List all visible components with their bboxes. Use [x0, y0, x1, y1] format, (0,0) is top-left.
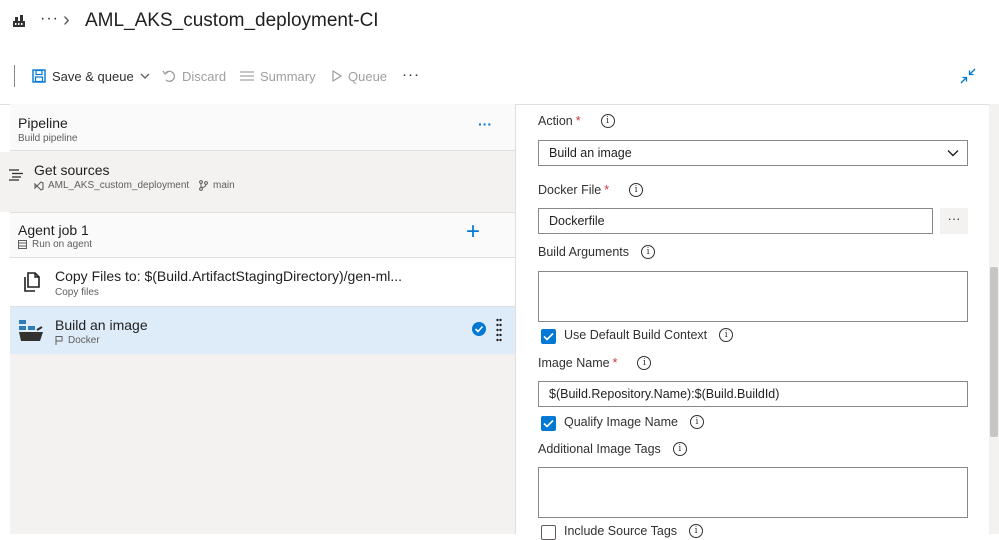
toolbar: Save & queue Discard Summary Queue ··· [0, 58, 999, 94]
task-title: Build an image [55, 317, 148, 333]
chevron-down-icon [947, 149, 959, 157]
task-title: Copy Files to: $(Build.ArtifactStagingDi… [55, 268, 403, 284]
get-sources-icon [9, 169, 23, 181]
pipeline-more-button[interactable]: ··· [478, 116, 492, 132]
image-name-value: $(Build.Repository.Name):$(Build.BuildId… [549, 387, 780, 401]
build-arguments-textarea[interactable] [538, 271, 968, 322]
queue-label: Queue [348, 68, 388, 84]
undo-icon [162, 69, 176, 83]
use-default-context-label-row: Use Default Build Context i [564, 328, 734, 342]
save-and-queue-button[interactable]: Save & queue [32, 67, 150, 85]
branch-name: main [213, 180, 235, 191]
additional-tags-label: Additional Image Tags [538, 442, 661, 456]
pipeline-title: Pipeline [18, 115, 68, 131]
task-row-selected[interactable]: Build an image Docker [10, 307, 515, 354]
qualify-image-name-checkbox[interactable] [541, 416, 556, 431]
browse-button[interactable]: ··· [940, 208, 968, 234]
toolbar-divider [14, 65, 15, 87]
summary-button[interactable]: Summary [240, 67, 316, 85]
info-icon[interactable]: i [637, 356, 652, 370]
required-marker: * [575, 114, 581, 128]
pipeline-subtitle: Build pipeline [18, 133, 78, 144]
save-and-queue-label: Save & queue [52, 68, 134, 84]
save-icon [32, 69, 46, 83]
queue-button[interactable]: Queue [332, 67, 387, 85]
toolbar-more-button[interactable]: ··· [402, 66, 420, 83]
repository-name: AML_AKS_custom_deployment [48, 180, 190, 191]
docker-file-value: Dockerfile [549, 214, 605, 228]
pipeline-row[interactable]: Pipeline Build pipeline ··· [10, 104, 515, 151]
pipeline-tasks-panel: Pipeline Build pipeline ··· Get sources … [0, 104, 515, 534]
build-arguments-label: Build Arguments [538, 245, 630, 259]
breadcrumb-chevron-icon: › [63, 9, 70, 31]
additional-tags-label-row: Additional Image Tags i [538, 442, 687, 456]
image-name-label-row: Image Name * i [538, 356, 652, 370]
docker-file-label-row: Docker File * i [538, 183, 644, 197]
list-icon [240, 70, 254, 82]
info-icon[interactable]: i [600, 114, 615, 128]
use-default-context-label: Use Default Build Context [564, 328, 708, 342]
info-icon[interactable]: i [641, 245, 656, 259]
agent-job-title: Agent job 1 [18, 222, 89, 238]
discard-label: Discard [182, 68, 227, 84]
agent-job-subtitle: Run on agent [32, 239, 93, 250]
page-title: AML_AKS_custom_deployment-CI [85, 10, 379, 31]
summary-label: Summary [260, 68, 316, 84]
info-icon[interactable]: i [689, 415, 704, 429]
scrollbar-thumb[interactable] [990, 267, 998, 437]
required-marker: * [612, 356, 618, 370]
docker-icon [18, 318, 44, 342]
collapse-icon[interactable] [960, 68, 976, 84]
task-subtitle: Docker [68, 335, 100, 346]
add-task-button[interactable]: + [466, 218, 480, 246]
info-icon[interactable]: i [719, 328, 734, 342]
copy-files-icon [22, 272, 42, 292]
docker-file-input[interactable]: Dockerfile [538, 208, 933, 234]
get-sources-title: Get sources [34, 162, 110, 178]
agent-icon [18, 240, 27, 249]
action-label: Action [538, 114, 573, 128]
additional-tags-textarea[interactable] [538, 467, 968, 518]
image-name-input[interactable]: $(Build.Repository.Name):$(Build.BuildId… [538, 381, 968, 407]
qualify-image-name-label-row: Qualify Image Name i [564, 415, 704, 429]
include-source-tags-checkbox[interactable] [541, 525, 556, 540]
task-settings-panel: Action * i Build an image Docker File * … [515, 104, 999, 540]
flag-icon [55, 336, 63, 345]
info-icon[interactable]: i [689, 524, 704, 538]
play-icon [332, 70, 342, 82]
action-select[interactable]: Build an image [538, 140, 968, 166]
header: ··· › AML_AKS_custom_deployment-CI [0, 0, 999, 44]
action-select-value: Build an image [549, 146, 632, 160]
pipeline-icon[interactable] [12, 14, 26, 28]
chevron-down-icon [140, 72, 150, 80]
drag-handle-icon[interactable] [496, 318, 502, 342]
get-sources-row[interactable]: Get sources AML_AKS_custom_deployment ma… [0, 152, 515, 212]
discard-button[interactable]: Discard [162, 67, 226, 85]
build-arguments-label-row: Build Arguments i [538, 245, 656, 259]
task-row[interactable]: Copy Files to: $(Build.ArtifactStagingDi… [10, 258, 515, 307]
agent-job-row[interactable]: Agent job 1 Run on agent + [10, 212, 515, 258]
use-default-context-checkbox[interactable] [541, 329, 556, 344]
docker-file-label: Docker File [538, 183, 602, 197]
enabled-check-icon [472, 322, 486, 336]
info-icon[interactable]: i [629, 183, 644, 197]
required-marker: * [604, 183, 610, 197]
action-label-row: Action * i [538, 114, 615, 128]
visual-studio-icon [34, 181, 44, 191]
info-icon[interactable]: i [672, 442, 687, 456]
breadcrumb-more-button[interactable]: ··· [40, 10, 59, 28]
include-source-tags-label-row: Include Source Tags i [564, 524, 704, 538]
include-source-tags-label: Include Source Tags [564, 524, 678, 538]
task-subtitle: Copy files [55, 287, 99, 298]
branch-icon [199, 180, 208, 191]
image-name-label: Image Name [538, 356, 610, 370]
qualify-image-name-label: Qualify Image Name [564, 415, 678, 429]
